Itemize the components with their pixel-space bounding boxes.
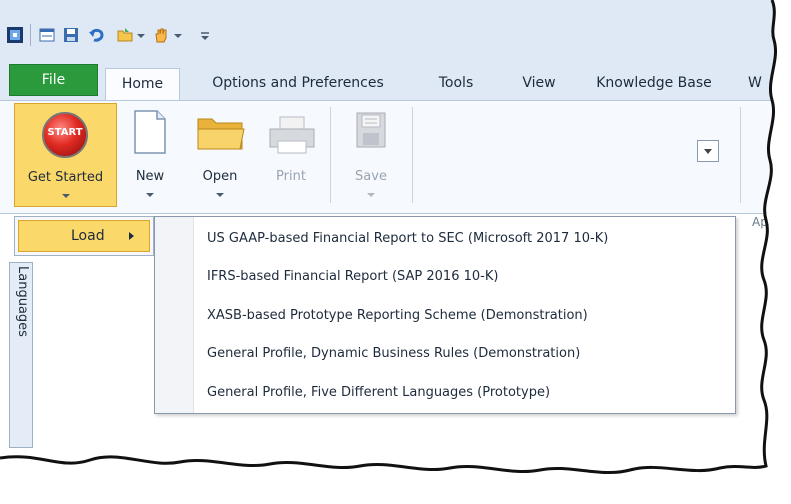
application-window: File Home Options and Preferences Tools … [0, 0, 791, 504]
torn-edge-frame [0, 0, 791, 504]
